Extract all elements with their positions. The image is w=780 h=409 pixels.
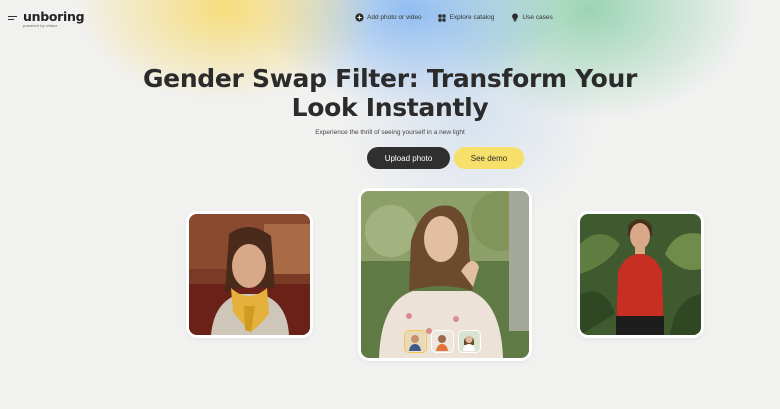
lightbulb-icon xyxy=(510,13,519,22)
face-thumbnail-3[interactable] xyxy=(458,330,481,353)
upload-photo-button[interactable]: Upload photo xyxy=(367,147,450,169)
see-demo-button[interactable]: See demo xyxy=(454,147,524,169)
top-nav: Add photo or video Explore catalog Use c… xyxy=(355,13,553,22)
logo[interactable]: unboring powered by reface xyxy=(23,9,85,28)
title-line-2: Look Instantly xyxy=(291,93,489,122)
face-thumbnail-2[interactable] xyxy=(431,330,454,353)
nav-label: Add photo or video xyxy=(367,14,422,21)
hamburger-menu-icon[interactable] xyxy=(8,16,17,22)
thumbnail-strip xyxy=(404,330,481,353)
page-title: Gender Swap Filter: Transform Your Look … xyxy=(0,64,780,122)
nav-label: Use cases xyxy=(522,14,553,21)
nav-explore-catalog[interactable]: Explore catalog xyxy=(438,13,495,22)
nav-add-photo-or-video[interactable]: Add photo or video xyxy=(355,13,422,22)
plus-circle-icon xyxy=(355,13,364,22)
logo-wordmark: unboring xyxy=(23,9,85,24)
example-photo-left[interactable] xyxy=(189,214,310,335)
grid-icon xyxy=(438,13,447,22)
hero-subtitle: Experience the thrill of seeing yourself… xyxy=(315,129,465,136)
nav-use-cases[interactable]: Use cases xyxy=(510,13,553,22)
title-line-1: Gender Swap Filter: Transform Your xyxy=(142,64,638,93)
person-yellow-scarf-illustration xyxy=(189,214,310,335)
nav-label: Explore catalog xyxy=(449,14,495,21)
example-photo-right[interactable] xyxy=(580,214,701,335)
face-thumbnail-1[interactable] xyxy=(404,330,427,353)
person-red-shirt-illustration xyxy=(580,214,701,335)
page: unboring powered by reface Add photo or … xyxy=(0,0,780,409)
